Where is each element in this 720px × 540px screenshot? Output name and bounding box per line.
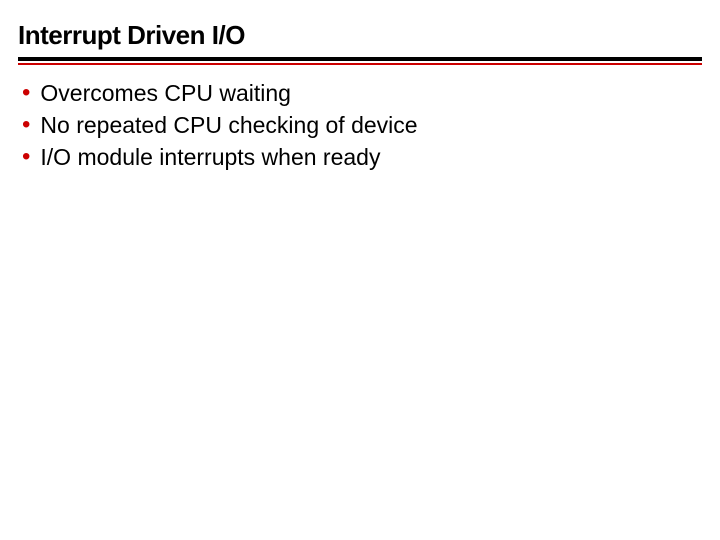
bullet-icon: • bbox=[22, 145, 30, 169]
list-item: • I/O module interrupts when ready bbox=[22, 143, 702, 173]
bullet-text: Overcomes CPU waiting bbox=[40, 79, 291, 109]
title-underline-black bbox=[18, 57, 702, 61]
list-item: • No repeated CPU checking of device bbox=[22, 111, 702, 141]
list-item: • Overcomes CPU waiting bbox=[22, 79, 702, 109]
slide-container: Interrupt Driven I/O • Overcomes CPU wai… bbox=[0, 0, 720, 195]
bullet-icon: • bbox=[22, 113, 30, 137]
slide-title: Interrupt Driven I/O bbox=[18, 20, 702, 57]
bullet-list: • Overcomes CPU waiting • No repeated CP… bbox=[18, 79, 702, 173]
bullet-text: No repeated CPU checking of device bbox=[40, 111, 417, 141]
bullet-icon: • bbox=[22, 81, 30, 105]
title-underline-red bbox=[18, 63, 702, 65]
bullet-text: I/O module interrupts when ready bbox=[40, 143, 380, 173]
